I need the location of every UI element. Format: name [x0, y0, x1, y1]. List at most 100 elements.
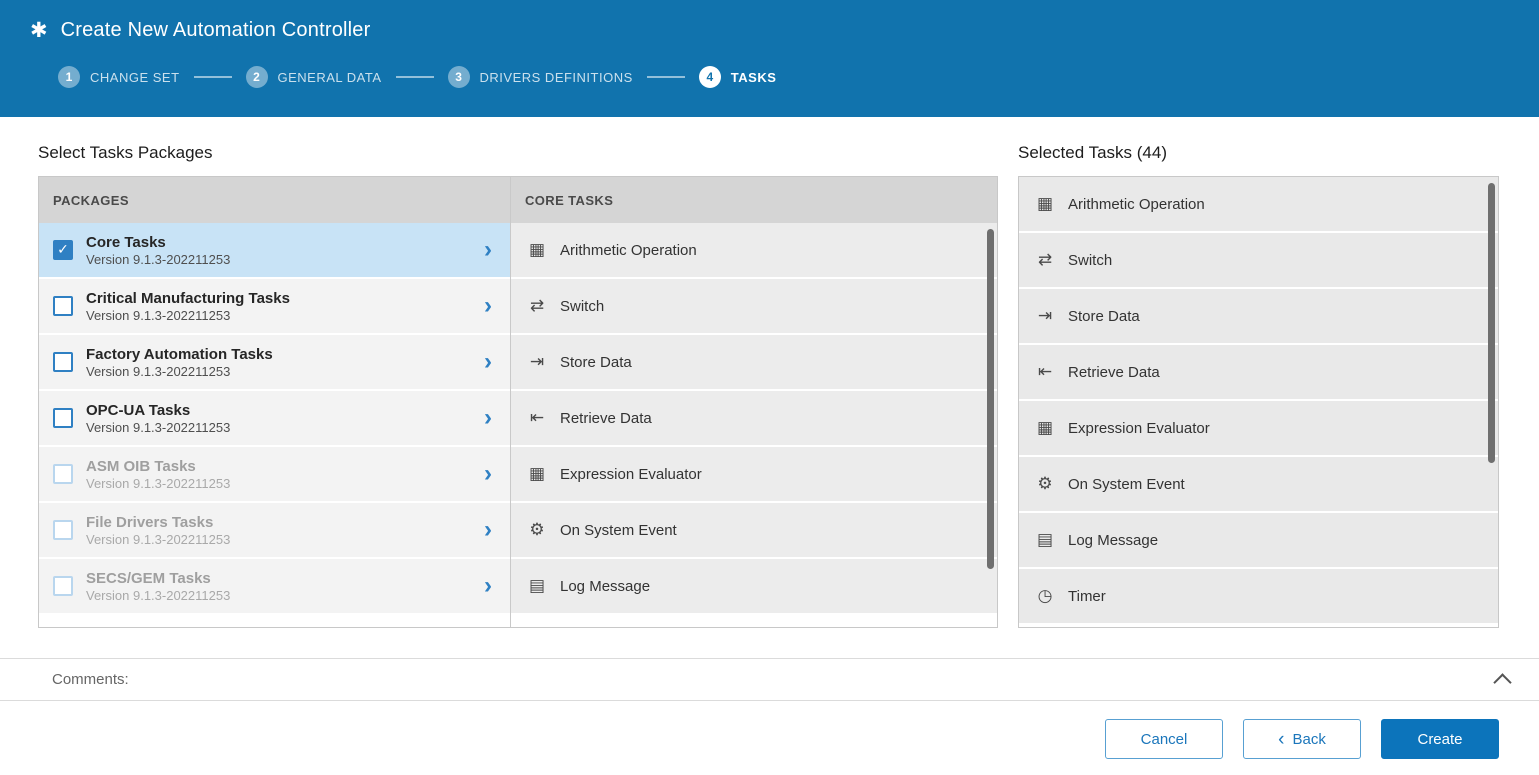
log-message-icon: ▤	[1035, 530, 1055, 550]
store-data-icon: ⇥	[1035, 306, 1055, 326]
store-data-icon: ⇥	[527, 352, 547, 372]
step-3-label: DRIVERS DEFINITIONS	[480, 70, 633, 85]
comments-bar: Comments:	[0, 658, 1539, 701]
retrieve-data-icon: ⇤	[1035, 362, 1055, 382]
selected-task-row[interactable]: ⇄ Switch	[1019, 233, 1498, 289]
wizard-stepper: 1 CHANGE SET 2 GENERAL DATA 3 DRIVERS DE…	[58, 66, 1539, 88]
create-button[interactable]: Create	[1381, 719, 1499, 759]
selected-task-row[interactable]: ▦ Expression Evaluator	[1019, 401, 1498, 457]
timer-icon: ◷	[1035, 586, 1055, 606]
package-version: Version 9.1.3-202211253	[86, 532, 230, 547]
app-logo-icon: ✱	[30, 18, 48, 42]
package-version: Version 9.1.3-202211253	[86, 476, 230, 491]
packages-table: PACKAGES ✓ Core Tasks Version 9.1.3-2022…	[38, 176, 998, 628]
checkbox-checked[interactable]: ✓	[53, 240, 73, 260]
core-tasks-scrollbar[interactable]	[987, 229, 994, 569]
step-3-number: 3	[448, 66, 470, 88]
package-row-core-tasks[interactable]: ✓ Core Tasks Version 9.1.3-202211253 ›	[39, 223, 510, 279]
selected-tasks-scrollbar[interactable]	[1488, 183, 1495, 463]
package-version: Version 9.1.3-202211253	[86, 252, 230, 267]
selected-task-row[interactable]: ⇥ Store Data	[1019, 289, 1498, 345]
switch-icon: ⇄	[1035, 250, 1055, 270]
step-change-set[interactable]: 1 CHANGE SET	[58, 66, 180, 88]
back-button[interactable]: ‹ Back	[1243, 719, 1361, 759]
step-4-label: TASKS	[731, 70, 777, 85]
step-connector	[194, 76, 232, 78]
step-tasks[interactable]: 4 TASKS	[699, 66, 777, 88]
checkbox-disabled	[53, 464, 73, 484]
step-connector	[396, 76, 434, 78]
package-title: OPC-UA Tasks	[86, 401, 230, 421]
packages-column: PACKAGES ✓ Core Tasks Version 9.1.3-2022…	[39, 177, 510, 627]
collapse-chevron-icon[interactable]	[1493, 673, 1511, 691]
check-icon: ✓	[57, 243, 69, 257]
package-row-asm-oib-tasks[interactable]: ASM OIB Tasks Version 9.1.3-202211253 ›	[39, 447, 510, 503]
chevron-right-icon[interactable]: ›	[484, 406, 496, 430]
grid-icon: ▦	[1035, 418, 1055, 438]
package-title: Factory Automation Tasks	[86, 345, 273, 365]
package-title: SECS/GEM Tasks	[86, 569, 230, 589]
package-title: Critical Manufacturing Tasks	[86, 289, 290, 309]
cancel-button[interactable]: Cancel	[1105, 719, 1223, 759]
checkbox-unchecked[interactable]	[53, 296, 73, 316]
grid-icon: ▦	[527, 240, 547, 260]
selected-task-row[interactable]: ▤ Log Message	[1019, 513, 1498, 569]
checkbox-unchecked[interactable]	[53, 408, 73, 428]
package-title: File Drivers Tasks	[86, 513, 230, 533]
chevron-right-icon[interactable]: ›	[484, 518, 496, 542]
package-version: Version 9.1.3-202211253	[86, 364, 273, 379]
chevron-right-icon[interactable]: ›	[484, 294, 496, 318]
package-title: Core Tasks	[86, 233, 230, 253]
chevron-right-icon[interactable]: ›	[484, 574, 496, 598]
core-task-row[interactable]: ⇥ Store Data	[511, 335, 997, 391]
step-2-number: 2	[246, 66, 268, 88]
grid-icon: ▦	[1035, 194, 1055, 214]
package-row-opc-ua-tasks[interactable]: OPC-UA Tasks Version 9.1.3-202211253 ›	[39, 391, 510, 447]
chevron-right-icon[interactable]: ›	[484, 462, 496, 486]
core-task-row[interactable]: ▤ Log Message	[511, 559, 997, 615]
log-message-icon: ▤	[527, 576, 547, 596]
core-task-row[interactable]: ⚙ On System Event	[511, 503, 997, 559]
core-task-row[interactable]: ▦ Expression Evaluator	[511, 447, 997, 503]
selected-tasks-panel: ▦ Arithmetic Operation ⇄ Switch ⇥ Store …	[1018, 176, 1499, 628]
grid-icon: ▦	[527, 464, 547, 484]
core-task-row[interactable]: ⇄ Switch	[511, 279, 997, 335]
page-title: Create New Automation Controller	[61, 19, 371, 42]
core-tasks-column-header: CORE TASKS	[511, 177, 997, 223]
step-2-label: GENERAL DATA	[278, 70, 382, 85]
back-button-label: Back	[1292, 731, 1325, 748]
package-row-critical-manufacturing-tasks[interactable]: Critical Manufacturing Tasks Version 9.1…	[39, 279, 510, 335]
package-version: Version 9.1.3-202211253	[86, 588, 230, 603]
footer-actions: Cancel ‹ Back Create	[0, 701, 1539, 759]
step-1-label: CHANGE SET	[90, 70, 180, 85]
checkbox-unchecked[interactable]	[53, 352, 73, 372]
selected-tasks-title: Selected Tasks (44)	[1018, 143, 1499, 163]
step-general-data[interactable]: 2 GENERAL DATA	[246, 66, 382, 88]
package-row-factory-automation-tasks[interactable]: Factory Automation Tasks Version 9.1.3-2…	[39, 335, 510, 391]
switch-icon: ⇄	[527, 296, 547, 316]
select-tasks-packages-title: Select Tasks Packages	[38, 143, 998, 163]
selected-task-row[interactable]: ⇤ Retrieve Data	[1019, 345, 1498, 401]
chevron-right-icon[interactable]: ›	[484, 238, 496, 262]
checkbox-disabled	[53, 576, 73, 596]
selected-task-row[interactable]: ◷ Timer	[1019, 569, 1498, 625]
core-tasks-column: CORE TASKS ▦ Arithmetic Operation ⇄ Swit…	[510, 177, 997, 627]
package-row-file-drivers-tasks[interactable]: File Drivers Tasks Version 9.1.3-2022112…	[39, 503, 510, 559]
chevron-left-icon: ‹	[1278, 730, 1284, 749]
step-drivers-definitions[interactable]: 3 DRIVERS DEFINITIONS	[448, 66, 633, 88]
comments-label: Comments:	[52, 671, 129, 688]
selected-task-row[interactable]: ⚙ On System Event	[1019, 457, 1498, 513]
selected-task-row[interactable]: ▦ Arithmetic Operation	[1019, 177, 1498, 233]
step-4-number: 4	[699, 66, 721, 88]
checkbox-disabled	[53, 520, 73, 540]
package-version: Version 9.1.3-202211253	[86, 308, 290, 323]
core-task-row[interactable]: ⇤ Retrieve Data	[511, 391, 997, 447]
retrieve-data-icon: ⇤	[527, 408, 547, 428]
step-connector	[647, 76, 685, 78]
system-event-icon: ⚙	[1035, 474, 1055, 494]
package-row-secs-gem-tasks[interactable]: SECS/GEM Tasks Version 9.1.3-202211253 ›	[39, 559, 510, 615]
system-event-icon: ⚙	[527, 520, 547, 540]
chevron-right-icon[interactable]: ›	[484, 350, 496, 374]
main-content: Select Tasks Packages PACKAGES ✓ Core Ta…	[0, 117, 1539, 628]
core-task-row[interactable]: ▦ Arithmetic Operation	[511, 223, 997, 279]
